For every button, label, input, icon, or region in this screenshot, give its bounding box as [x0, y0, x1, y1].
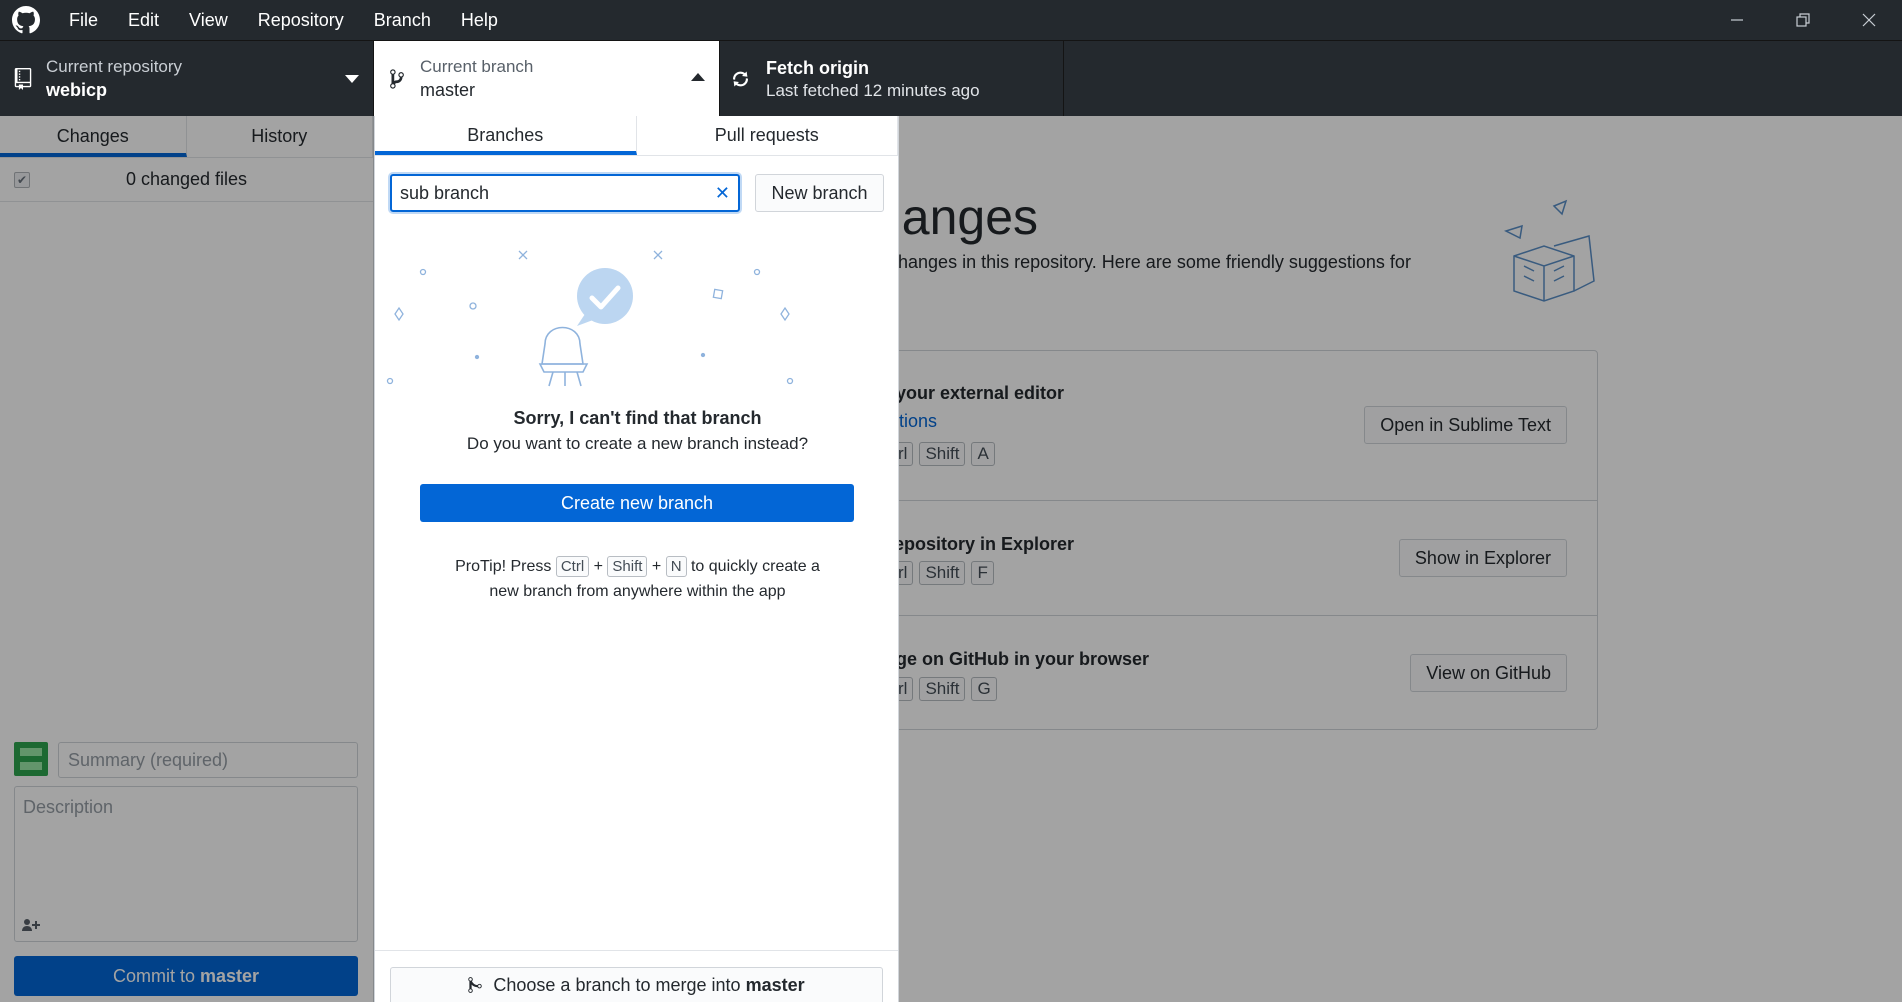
restore-icon: [1796, 13, 1810, 27]
protip-text: ProTip! Press: [455, 558, 552, 575]
key: Shift: [607, 556, 648, 577]
merge-label: Choose a branch to merge into: [493, 975, 741, 995]
create-new-branch-button[interactable]: Create new branch: [420, 484, 854, 522]
toolbar: Current repository webicp Current branch…: [0, 40, 1902, 117]
current-branch-button[interactable]: Current branch master: [374, 41, 720, 117]
no-branch-illustration-icon: [386, 250, 794, 387]
current-repository-button[interactable]: Current repository webicp: [0, 41, 374, 117]
menu-help[interactable]: Help: [446, 0, 513, 40]
close-icon: [1862, 13, 1876, 27]
empty-state-subtitle: Do you want to create a new branch inste…: [466, 434, 809, 453]
tab-pull-requests[interactable]: Pull requests: [637, 116, 898, 155]
title-bar: File Edit View Repository Branch Help: [0, 0, 1902, 40]
merge-into-branch-button[interactable]: Choose a branch to merge into master: [390, 967, 883, 1002]
plus-sign: +: [651, 558, 662, 575]
repo-name: webicp: [46, 80, 108, 100]
branch-title: Current branch: [420, 57, 534, 76]
fetch-origin-button[interactable]: Fetch origin Last fetched 12 minutes ago: [720, 41, 1064, 117]
filter-value: sub branch: [400, 183, 490, 203]
menu-edit[interactable]: Edit: [113, 0, 174, 40]
minimize-button[interactable]: [1704, 0, 1770, 40]
chevron-down-icon: [345, 75, 359, 83]
dropdown-tabs: Branches Pull requests: [375, 116, 898, 156]
key: N: [665, 556, 687, 577]
tab-branches[interactable]: Branches: [375, 116, 637, 155]
sync-icon: [720, 69, 766, 89]
protip: ProTip! Press Ctrl + Shift + N to quickl…: [375, 554, 900, 604]
fetch-title: Fetch origin: [766, 58, 869, 78]
menu-view[interactable]: View: [174, 0, 243, 40]
empty-state-title: Sorry, I can't find that branch: [513, 408, 762, 428]
fetch-status: Last fetched 12 minutes ago: [766, 81, 980, 100]
branch-icon: [374, 68, 420, 90]
window-controls: [1704, 0, 1902, 40]
close-window-button[interactable]: [1836, 0, 1902, 40]
clear-filter-icon[interactable]: ✕: [715, 176, 730, 210]
github-logo-icon: [12, 6, 40, 34]
new-branch-button[interactable]: New branch: [755, 174, 884, 212]
repo-title: Current repository: [46, 57, 183, 76]
modal-overlay[interactable]: [0, 116, 1902, 1002]
plus-sign: +: [593, 558, 603, 575]
branch-dropdown: Branches Pull requests sub branch ✕ New …: [374, 116, 899, 1002]
menu-repository[interactable]: Repository: [243, 0, 359, 40]
dropdown-footer: Choose a branch to merge into master: [375, 950, 898, 1002]
branch-filter-input[interactable]: sub branch ✕: [390, 174, 740, 212]
protip-text: to quickly create a: [690, 558, 820, 575]
branch-name: master: [420, 80, 476, 100]
restore-button[interactable]: [1770, 0, 1836, 40]
merge-branch: master: [745, 975, 805, 995]
merge-icon: [468, 977, 483, 993]
key: Ctrl: [555, 556, 590, 577]
chevron-up-icon: [691, 73, 705, 81]
minimize-icon: [1731, 19, 1743, 21]
menu-file[interactable]: File: [54, 0, 113, 40]
protip-text: new branch from anywhere within the app: [489, 583, 786, 600]
repo-icon: [0, 68, 46, 90]
menu-branch[interactable]: Branch: [359, 0, 446, 40]
